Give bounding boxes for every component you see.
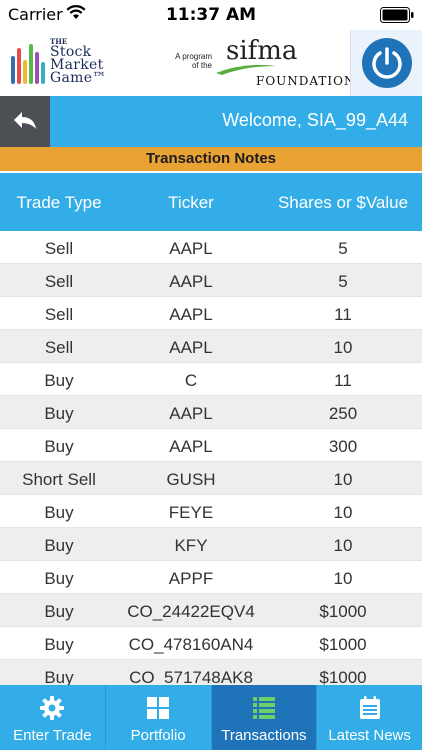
tab-latest-news[interactable]: Latest News — [317, 685, 422, 750]
transactions-list[interactable]: Sell AAPL 5 Sell AAPL 5 Sell AAPL 11 Sell AAPL 1… — [0, 231, 422, 685]
ticker-cell: AAPL — [169, 239, 213, 258]
ticker-cell: AAPL — [169, 305, 213, 324]
sifma-foundation-logo: A program of the sifma FOUNDATION — [168, 36, 354, 90]
ticker-cell: CO_571748AK8 — [129, 668, 253, 685]
power-button[interactable] — [362, 38, 412, 88]
column-header-trade-type: Trade Type — [16, 193, 102, 212]
value-cell: 5 — [338, 239, 348, 258]
stock-market-game-logo: THE Stock Market Game™ — [10, 38, 120, 90]
table-row[interactable]: Sell AAPL 10 — [0, 330, 422, 363]
trade-type-cell: Buy — [44, 371, 74, 390]
sifma-program-line1: A program — [175, 52, 212, 61]
table-row[interactable]: Buy APPF 10 — [0, 561, 422, 594]
value-cell: 11 — [334, 371, 352, 390]
trade-type-cell: Buy — [44, 404, 74, 423]
list-icon — [252, 697, 275, 719]
value-cell: 11 — [334, 305, 352, 324]
ticker-cell: AAPL — [169, 437, 213, 456]
trade-type-cell: Buy — [44, 569, 74, 588]
trade-type-cell: Buy — [44, 536, 74, 555]
ticker-cell: FEYE — [168, 503, 214, 522]
power-icon — [372, 47, 402, 79]
tab-portfolio[interactable]: Portfolio — [106, 685, 212, 750]
gear-icon — [40, 696, 65, 720]
ticker-cell: APPF — [168, 569, 214, 588]
section-title: Transaction Notes — [0, 147, 422, 171]
welcome-text: Welcome, SIA_99_A44 — [222, 110, 408, 130]
table-row[interactable]: Buy CO_24422EQV4 $1000 — [0, 594, 422, 627]
value-cell: $1000 — [319, 635, 367, 654]
trade-type-cell: Buy — [44, 503, 74, 522]
value-cell: 300 — [328, 437, 358, 456]
smg-game: Game™ — [50, 70, 107, 86]
value-cell: $1000 — [319, 668, 367, 685]
ticker-cell: AAPL — [169, 404, 213, 423]
back-arrow-icon — [14, 112, 36, 129]
trade-type-cell: Buy — [44, 437, 74, 456]
sifma-foundation-text: FOUNDATION — [256, 74, 356, 88]
table-row[interactable]: Sell AAPL 11 — [0, 297, 422, 330]
table-row[interactable]: Buy CO_478160AN4 $1000 — [0, 627, 422, 660]
status-bar: Carrier 11:37 AM — [0, 0, 422, 30]
value-cell: 10 — [333, 470, 353, 489]
ticker-cell: CO_24422EQV4 — [127, 602, 255, 621]
sifma-program-text: A program of the — [168, 52, 212, 70]
table-row[interactable]: Buy CO_571748AK8 $1000 — [0, 660, 422, 685]
ticker-cell: KFY — [174, 536, 208, 555]
value-cell: 10 — [333, 503, 353, 522]
tab-label: Portfolio — [130, 727, 186, 744]
header-bar: Welcome, SIA_99_A44 — [0, 96, 422, 147]
value-cell: 10 — [333, 569, 353, 588]
table-row[interactable]: Buy AAPL 300 — [0, 429, 422, 462]
news-icon — [359, 696, 380, 719]
value-cell: 250 — [328, 404, 358, 423]
tab-transactions[interactable]: Transactions — [211, 685, 318, 750]
trade-type-cell: Sell — [44, 239, 74, 258]
tab-label: Latest News — [328, 727, 411, 744]
tab-label: Transactions — [221, 727, 307, 744]
smg-bars-graphic — [11, 44, 45, 84]
column-header-ticker: Ticker — [168, 193, 214, 212]
table-row[interactable]: Buy KFY 10 — [0, 528, 422, 561]
tab-enter-trade[interactable]: Enter Trade — [0, 685, 106, 750]
value-cell: 10 — [333, 338, 353, 357]
battery-icon — [380, 7, 414, 23]
table-row[interactable]: Buy AAPL 250 — [0, 396, 422, 429]
value-cell: $1000 — [319, 602, 367, 621]
table-row[interactable]: Buy FEYE 10 — [0, 495, 422, 528]
back-button[interactable] — [0, 96, 50, 147]
ticker-cell: C — [184, 371, 198, 390]
table-header: Trade Type Ticker Shares or $Value — [0, 173, 422, 231]
value-cell: 10 — [333, 536, 353, 555]
column-header-value: Shares or $Value — [277, 193, 409, 212]
tab-bar: Enter Trade Portfolio Transactions Lates… — [0, 685, 422, 750]
table-row[interactable]: Short Sell GUSH 10 — [0, 462, 422, 495]
ticker-cell: CO_478160AN4 — [128, 635, 254, 654]
logo-bar: THE Stock Market Game™ A program of the … — [0, 30, 422, 96]
trade-type-cell: Sell — [44, 305, 74, 324]
ticker-cell: AAPL — [169, 338, 213, 357]
trade-type-cell: Sell — [44, 272, 74, 291]
clock: 11:37 AM — [165, 5, 257, 25]
table-row[interactable]: Buy C 11 — [0, 363, 422, 396]
grid-icon — [147, 697, 170, 719]
trade-type-cell: Buy — [44, 635, 74, 654]
ticker-cell: AAPL — [169, 272, 213, 291]
sifma-program-line2: of the — [191, 61, 212, 70]
trade-type-cell: Buy — [44, 602, 74, 621]
trade-type-cell: Buy — [44, 668, 74, 685]
table-row[interactable]: Sell AAPL 5 — [0, 231, 422, 264]
table-row[interactable]: Sell AAPL 5 — [0, 264, 422, 297]
power-area — [350, 30, 422, 96]
ticker-cell: GUSH — [166, 470, 216, 489]
tab-label: Enter Trade — [13, 727, 92, 744]
value-cell: 5 — [338, 272, 348, 291]
trade-type-cell: Short Sell — [22, 470, 96, 489]
trade-type-cell: Sell — [44, 338, 74, 357]
